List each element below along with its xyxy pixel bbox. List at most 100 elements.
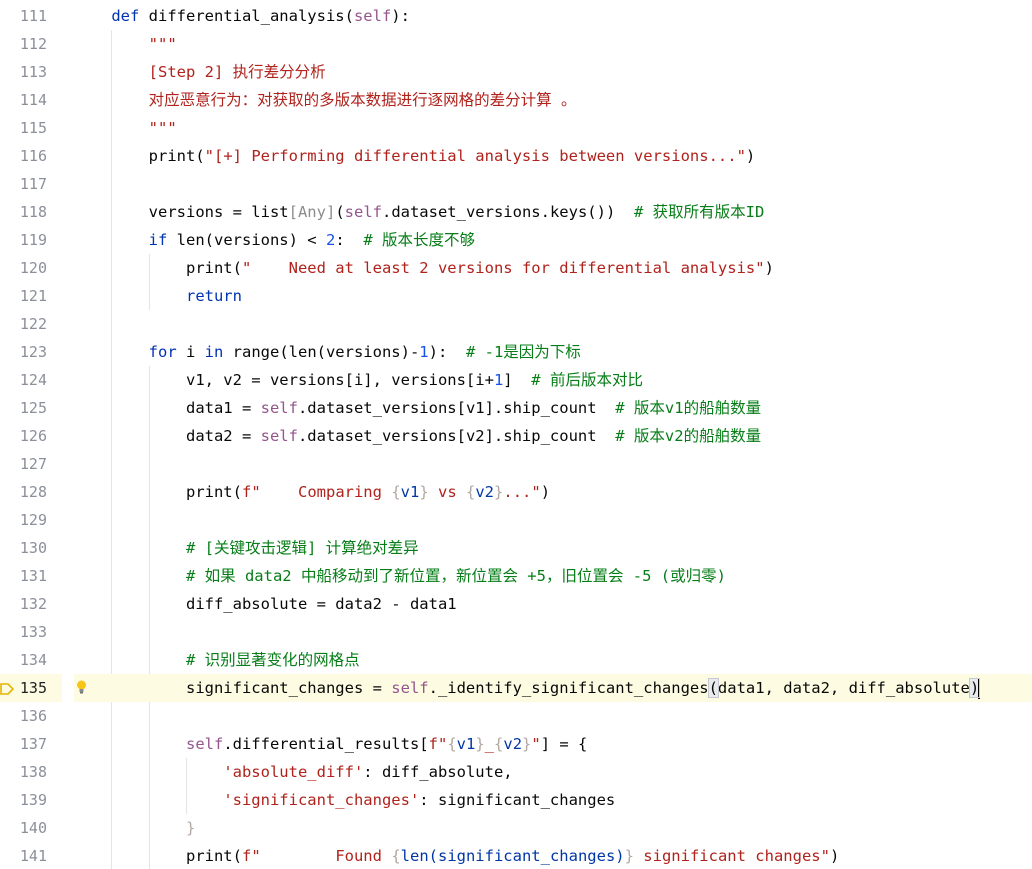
line-number[interactable]: 113 — [0, 58, 47, 86]
line-number[interactable]: 131 — [0, 562, 47, 590]
breakpoint-arrow-icon[interactable] — [0, 683, 14, 695]
code-text[interactable]: } — [74, 814, 195, 842]
code-text[interactable]: 对应恶意行为：对获取的多版本数据进行逐网格的差分计算 。 — [74, 86, 577, 114]
line-number[interactable]: 136 — [0, 702, 47, 730]
token-cmt: # [关键攻击逻辑] 计算绝对差异 — [185, 539, 419, 557]
line-number[interactable]: 121 — [0, 282, 47, 310]
line-number[interactable]: 139 — [0, 786, 47, 814]
line-number[interactable]: 112 — [0, 30, 47, 58]
code-text[interactable]: return — [74, 282, 242, 310]
code-text[interactable]: print(f" Found {len(significant_changes)… — [74, 842, 839, 869]
code-text[interactable]: print(" Need at least 2 versions for dif… — [74, 254, 774, 282]
code-line[interactable]: 120 print(" Need at least 2 versions for… — [0, 254, 1032, 282]
line-number[interactable]: 120 — [0, 254, 47, 282]
line-number[interactable]: 138 — [0, 758, 47, 786]
line-number[interactable]: 123 — [0, 338, 47, 366]
line-number[interactable]: 137 — [0, 730, 47, 758]
code-text[interactable]: [Step 2] 执行差分分析 — [74, 58, 326, 86]
code-line[interactable]: 125 data1 = self.dataset_versions[v1].sh… — [0, 394, 1032, 422]
line-number[interactable]: 125 — [0, 394, 47, 422]
line-number[interactable]: 132 — [0, 590, 47, 618]
line-number[interactable]: 141 — [0, 842, 47, 869]
line-number[interactable]: 134 — [0, 646, 47, 674]
code-line[interactable]: 116 print("[+] Performing differential a… — [0, 142, 1032, 170]
code-text[interactable]: # [关键攻击逻辑] 计算绝对差异 — [74, 534, 419, 562]
code-line[interactable]: 114 对应恶意行为：对获取的多版本数据进行逐网格的差分计算 。 — [0, 86, 1032, 114]
code-line[interactable]: 115 """ — [0, 114, 1032, 142]
line-number[interactable]: 115 — [0, 114, 47, 142]
token-kw: in — [204, 343, 224, 361]
code-line[interactable]: 130 # [关键攻击逻辑] 计算绝对差异 — [0, 534, 1032, 562]
token-cmt: # -1是因为下标 — [465, 343, 581, 361]
code-text[interactable]: 'significant_changes': significant_chang… — [74, 786, 615, 814]
line-number[interactable]: 127 — [0, 450, 47, 478]
code-line[interactable]: 122 — [0, 310, 1032, 338]
code-line[interactable]: 140 } — [0, 814, 1032, 842]
code-line[interactable]: 131 # 如果 data2 中船移动到了新位置，新位置会 +5，旧位置会 -5… — [0, 562, 1032, 590]
code-line[interactable]: 139 'significant_changes': significant_c… — [0, 786, 1032, 814]
token-doc: """ — [148, 119, 177, 137]
token: : diff_absolute, — [363, 763, 513, 781]
code-line[interactable]: 112 """ — [0, 30, 1032, 58]
code-line[interactable]: 111 def differential_analysis(self): — [0, 2, 1032, 30]
token-doc: """ — [148, 35, 177, 53]
code-text[interactable]: diff_absolute = data2 - data1 — [74, 590, 457, 618]
code-text[interactable]: if len(versions) < 2: # 版本长度不够 — [74, 226, 475, 254]
code-line[interactable]: 133 — [0, 618, 1032, 646]
line-number[interactable]: 117 — [0, 170, 47, 198]
code-line[interactable]: 129 — [0, 506, 1032, 534]
line-number[interactable]: 124 — [0, 366, 47, 394]
line-number[interactable]: 126 — [0, 422, 47, 450]
code-line[interactable]: 123 for i in range(len(versions)-1): # -… — [0, 338, 1032, 366]
code-text[interactable]: print("[+] Performing differential analy… — [74, 142, 756, 170]
code-line[interactable]: 117 — [0, 170, 1032, 198]
code-text[interactable]: """ — [74, 114, 177, 142]
line-number[interactable]: 129 — [0, 506, 47, 534]
code-line[interactable]: 118 versions = list[Any](self.dataset_ve… — [0, 198, 1032, 226]
code-editor[interactable]: 111 def differential_analysis(self): 112 … — [0, 0, 1032, 869]
line-number[interactable]: 118 — [0, 198, 47, 226]
line-number[interactable]: 130 — [0, 534, 47, 562]
line-number[interactable]: 122 — [0, 310, 47, 338]
code-text[interactable]: data1 = self.dataset_versions[v1].ship_c… — [74, 394, 761, 422]
line-number[interactable]: 111 — [0, 2, 47, 30]
code-text[interactable]: self.differential_results[f"{v1}_{v2}"] … — [74, 730, 587, 758]
line-number[interactable]: 116 — [0, 142, 47, 170]
code-line[interactable]: 136 — [0, 702, 1032, 730]
code-line[interactable]: 135 significant_changes = self._identify… — [0, 674, 1032, 702]
line-number[interactable]: 128 — [0, 478, 47, 506]
code-line[interactable]: 113 [Step 2] 执行差分分析 — [0, 58, 1032, 86]
code-text[interactable]: def differential_analysis(self): — [74, 2, 410, 30]
code-line[interactable]: 128 print(f" Comparing {v1} vs {v2}...") — [0, 478, 1032, 506]
line-number[interactable]: 133 — [0, 618, 47, 646]
line-number[interactable]: 114 — [0, 86, 47, 114]
code-line[interactable]: 121 return — [0, 282, 1032, 310]
token-cmt: # 前后版本对比 — [531, 371, 643, 389]
code-text[interactable]: # 如果 data2 中船移动到了新位置，新位置会 +5，旧位置会 -5 (或归… — [74, 562, 726, 590]
code-text[interactable]: """ — [74, 30, 177, 58]
code-text[interactable]: print(f" Comparing {v1} vs {v2}...") — [74, 478, 550, 506]
code-text[interactable]: 'absolute_diff': diff_absolute, — [74, 758, 513, 786]
token: print( — [74, 147, 205, 165]
line-number[interactable]: 119 — [0, 226, 47, 254]
code-line[interactable]: 138 'absolute_diff': diff_absolute, — [0, 758, 1032, 786]
code-line[interactable]: 132 diff_absolute = data2 - data1 — [0, 590, 1032, 618]
code-text[interactable]: versions = list[Any](self.dataset_versio… — [74, 198, 765, 226]
code-text[interactable]: data2 = self.dataset_versions[v2].ship_c… — [74, 422, 761, 450]
code-text[interactable]: for i in range(len(versions)-1): # -1是因为… — [74, 338, 581, 366]
code-line[interactable]: 119 if len(versions) < 2: # 版本长度不够 — [0, 226, 1032, 254]
token-slf: self — [260, 399, 298, 417]
code-line[interactable]: 134 # 识别显著变化的网格点 — [0, 646, 1032, 674]
code-line[interactable]: 124 v1, v2 = versions[i], versions[i+1] … — [0, 366, 1032, 394]
code-line[interactable]: 137 self.differential_results[f"{v1}_{v2… — [0, 730, 1032, 758]
code-line[interactable]: 141 print(f" Found {len(significant_chan… — [0, 842, 1032, 869]
code-text[interactable]: v1, v2 = versions[i], versions[i+1] # 前后… — [74, 366, 643, 394]
code-text[interactable]: # 识别显著变化的网格点 — [74, 646, 360, 674]
code-line[interactable]: 126 data2 = self.dataset_versions[v2].sh… — [0, 422, 1032, 450]
token: i — [176, 343, 205, 361]
line-number[interactable]: 140 — [0, 814, 47, 842]
code-text[interactable]: significant_changes = self._identify_sig… — [74, 674, 981, 702]
code-line[interactable]: 127 — [0, 450, 1032, 478]
